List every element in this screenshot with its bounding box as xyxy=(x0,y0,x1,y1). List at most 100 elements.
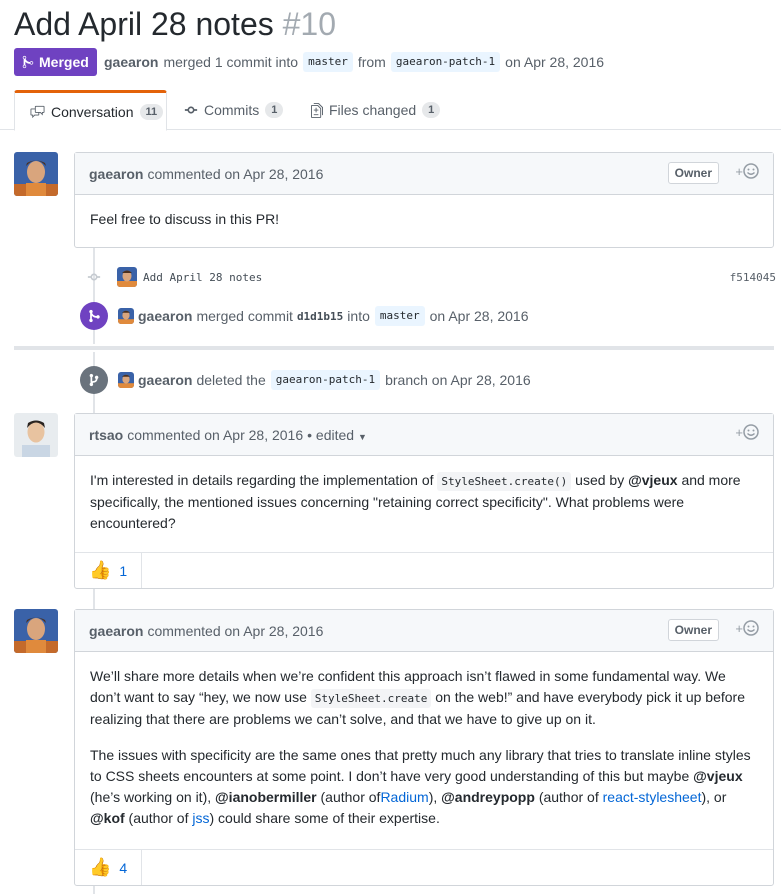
git-commit-icon xyxy=(87,273,101,281)
pr-number: #10 xyxy=(282,6,337,42)
commit-message[interactable]: Add April 28 notes xyxy=(143,271,262,284)
add-reaction-button[interactable]: + xyxy=(735,620,759,636)
pr-title: Add April 28 notes #10 xyxy=(14,2,336,46)
comment-header: gaearon commented on Apr 28, 2016 Owner … xyxy=(75,610,773,652)
merged-into-text: into xyxy=(347,308,370,324)
comment-text: Feel free to discuss in this PR! xyxy=(90,211,280,227)
caret-down-icon: ▼ xyxy=(357,431,367,442)
user-mention[interactable]: @kof xyxy=(90,810,125,826)
branch-deleted-event: gaearon deleted the gaearon-patch-1 bran… xyxy=(80,366,531,394)
comment-body: We’ll share more details when we’re conf… xyxy=(75,652,773,849)
comment-timestamp[interactable]: commented on Apr 28, 2016 xyxy=(147,166,323,182)
avatar[interactable] xyxy=(14,413,58,457)
pr-from-text: from xyxy=(357,54,386,70)
tab-conversation-label: Conversation xyxy=(51,103,134,120)
pr-tabs: Conversation 11 Commits 1 Files changed … xyxy=(0,90,781,131)
user-mention[interactable]: @andreypopp xyxy=(441,789,535,805)
base-branch[interactable]: master xyxy=(374,306,425,326)
comment-box: gaearon commented on Apr 28, 2016 Owner … xyxy=(74,152,774,248)
merge-event-badge xyxy=(80,302,108,330)
text-span: (author of xyxy=(538,789,599,805)
comment-discussion-icon xyxy=(30,105,45,118)
avatar[interactable] xyxy=(118,372,134,388)
user-mention[interactable]: @vjeux xyxy=(628,472,677,488)
radium-link[interactable]: Radium xyxy=(380,789,428,805)
text-span: ) could share some of their expertise. xyxy=(209,810,440,826)
jss-link[interactable]: jss xyxy=(192,810,209,826)
user-mention[interactable]: @ianobermiller xyxy=(215,789,317,805)
deleted-event-text: deleted the xyxy=(196,372,266,388)
owner-badge: Owner xyxy=(667,619,719,641)
text-span: The issues with specificity are the same… xyxy=(90,747,751,784)
comment-author[interactable]: gaearon xyxy=(89,623,143,639)
comment-paragraph: I'm interested in details regarding the … xyxy=(90,470,758,534)
timeline-divider xyxy=(14,346,774,350)
pr-merged-text: merged 1 commit into xyxy=(163,54,299,70)
thumbs-up-reaction[interactable]: 👍 1 xyxy=(75,553,143,588)
pr-author-link[interactable]: gaearon xyxy=(104,54,158,70)
deleted-branch[interactable]: gaearon-patch-1 xyxy=(270,370,381,390)
merged-state-label: Merged xyxy=(39,54,89,70)
avatar[interactable] xyxy=(14,152,58,196)
text-span: ), xyxy=(428,789,438,805)
deleted-event-suffix: branch on Apr 28, 2016 xyxy=(385,372,531,388)
text-span: used by xyxy=(575,472,625,488)
plus-icon: + xyxy=(735,424,743,440)
comment-body: Feel free to discuss in this PR! xyxy=(75,195,773,244)
thumbs-up-icon: 👍 xyxy=(89,857,112,877)
tab-files-changed-count: 1 xyxy=(422,102,441,118)
comment-header: gaearon commented on Apr 28, 2016 Owner … xyxy=(75,153,773,195)
add-reaction-button[interactable]: + xyxy=(735,163,759,179)
tab-commits-label: Commits xyxy=(204,102,260,118)
commit-sha[interactable]: f514045 xyxy=(730,271,776,284)
reactions-bar: 👍 4 xyxy=(75,849,773,885)
git-merge-icon xyxy=(22,55,34,69)
thumbs-up-icon: 👍 xyxy=(89,560,112,580)
text-span: (he’s working on it), xyxy=(90,789,212,805)
git-merge-icon xyxy=(88,309,100,323)
inline-code: StyleSheet.create xyxy=(310,689,432,708)
react-stylesheet-link[interactable]: react-stylesheet xyxy=(603,789,702,805)
smiley-icon xyxy=(743,163,759,179)
text-span: (author of xyxy=(320,789,381,805)
owner-badge: Owner xyxy=(667,162,719,184)
event-author[interactable]: gaearon xyxy=(138,308,192,324)
avatar[interactable] xyxy=(118,308,134,324)
pr-title-text: Add April 28 notes xyxy=(14,6,274,42)
edited-label: • edited xyxy=(307,426,355,443)
commit-event: Add April 28 notes f514045 xyxy=(86,266,776,288)
edited-dropdown[interactable]: • edited ▼ xyxy=(307,427,367,443)
tab-commits[interactable]: Commits 1 xyxy=(184,90,284,130)
tab-files-changed-label: Files changed xyxy=(329,102,417,118)
event-author[interactable]: gaearon xyxy=(138,372,192,388)
reactions-bar: 👍 1 xyxy=(75,552,773,588)
comment-paragraph: The issues with specificity are the same… xyxy=(90,745,758,829)
add-reaction-button[interactable]: + xyxy=(735,424,759,440)
comment-author[interactable]: rtsao xyxy=(89,427,123,443)
pr-meta: gaearon merged 1 commit into master from… xyxy=(104,51,604,73)
tab-conversation-count: 11 xyxy=(139,103,164,120)
merged-event-text: merged commit xyxy=(196,308,293,324)
tab-conversation[interactable]: Conversation 11 xyxy=(14,90,167,131)
file-diff-icon xyxy=(311,102,323,118)
head-branch[interactable]: gaearon-patch-1 xyxy=(390,52,501,72)
merge-commit-sha[interactable]: d1d1b15 xyxy=(297,310,343,323)
reaction-count: 1 xyxy=(119,562,128,579)
tab-commits-count: 1 xyxy=(265,102,284,118)
plus-icon: + xyxy=(735,163,743,179)
thumbs-up-reaction[interactable]: 👍 4 xyxy=(75,850,143,885)
comment-author[interactable]: gaearon xyxy=(89,166,143,182)
base-branch[interactable]: master xyxy=(303,52,353,72)
merged-event-date[interactable]: on Apr 28, 2016 xyxy=(430,308,529,324)
avatar[interactable] xyxy=(14,609,58,653)
avatar[interactable] xyxy=(117,267,137,287)
timeline-line xyxy=(93,589,95,611)
inline-code: StyleSheet.create() xyxy=(437,472,572,491)
comment-timestamp[interactable]: commented on Apr 28, 2016 xyxy=(147,623,323,639)
user-mention[interactable]: @vjeux xyxy=(693,768,742,784)
git-branch-icon xyxy=(89,373,99,387)
smiley-icon xyxy=(743,620,759,636)
comment-timestamp[interactable]: commented on Apr 28, 2016 xyxy=(127,427,303,443)
comment-body: I'm interested in details regarding the … xyxy=(75,456,773,552)
tab-files-changed[interactable]: Files changed 1 xyxy=(311,90,441,130)
